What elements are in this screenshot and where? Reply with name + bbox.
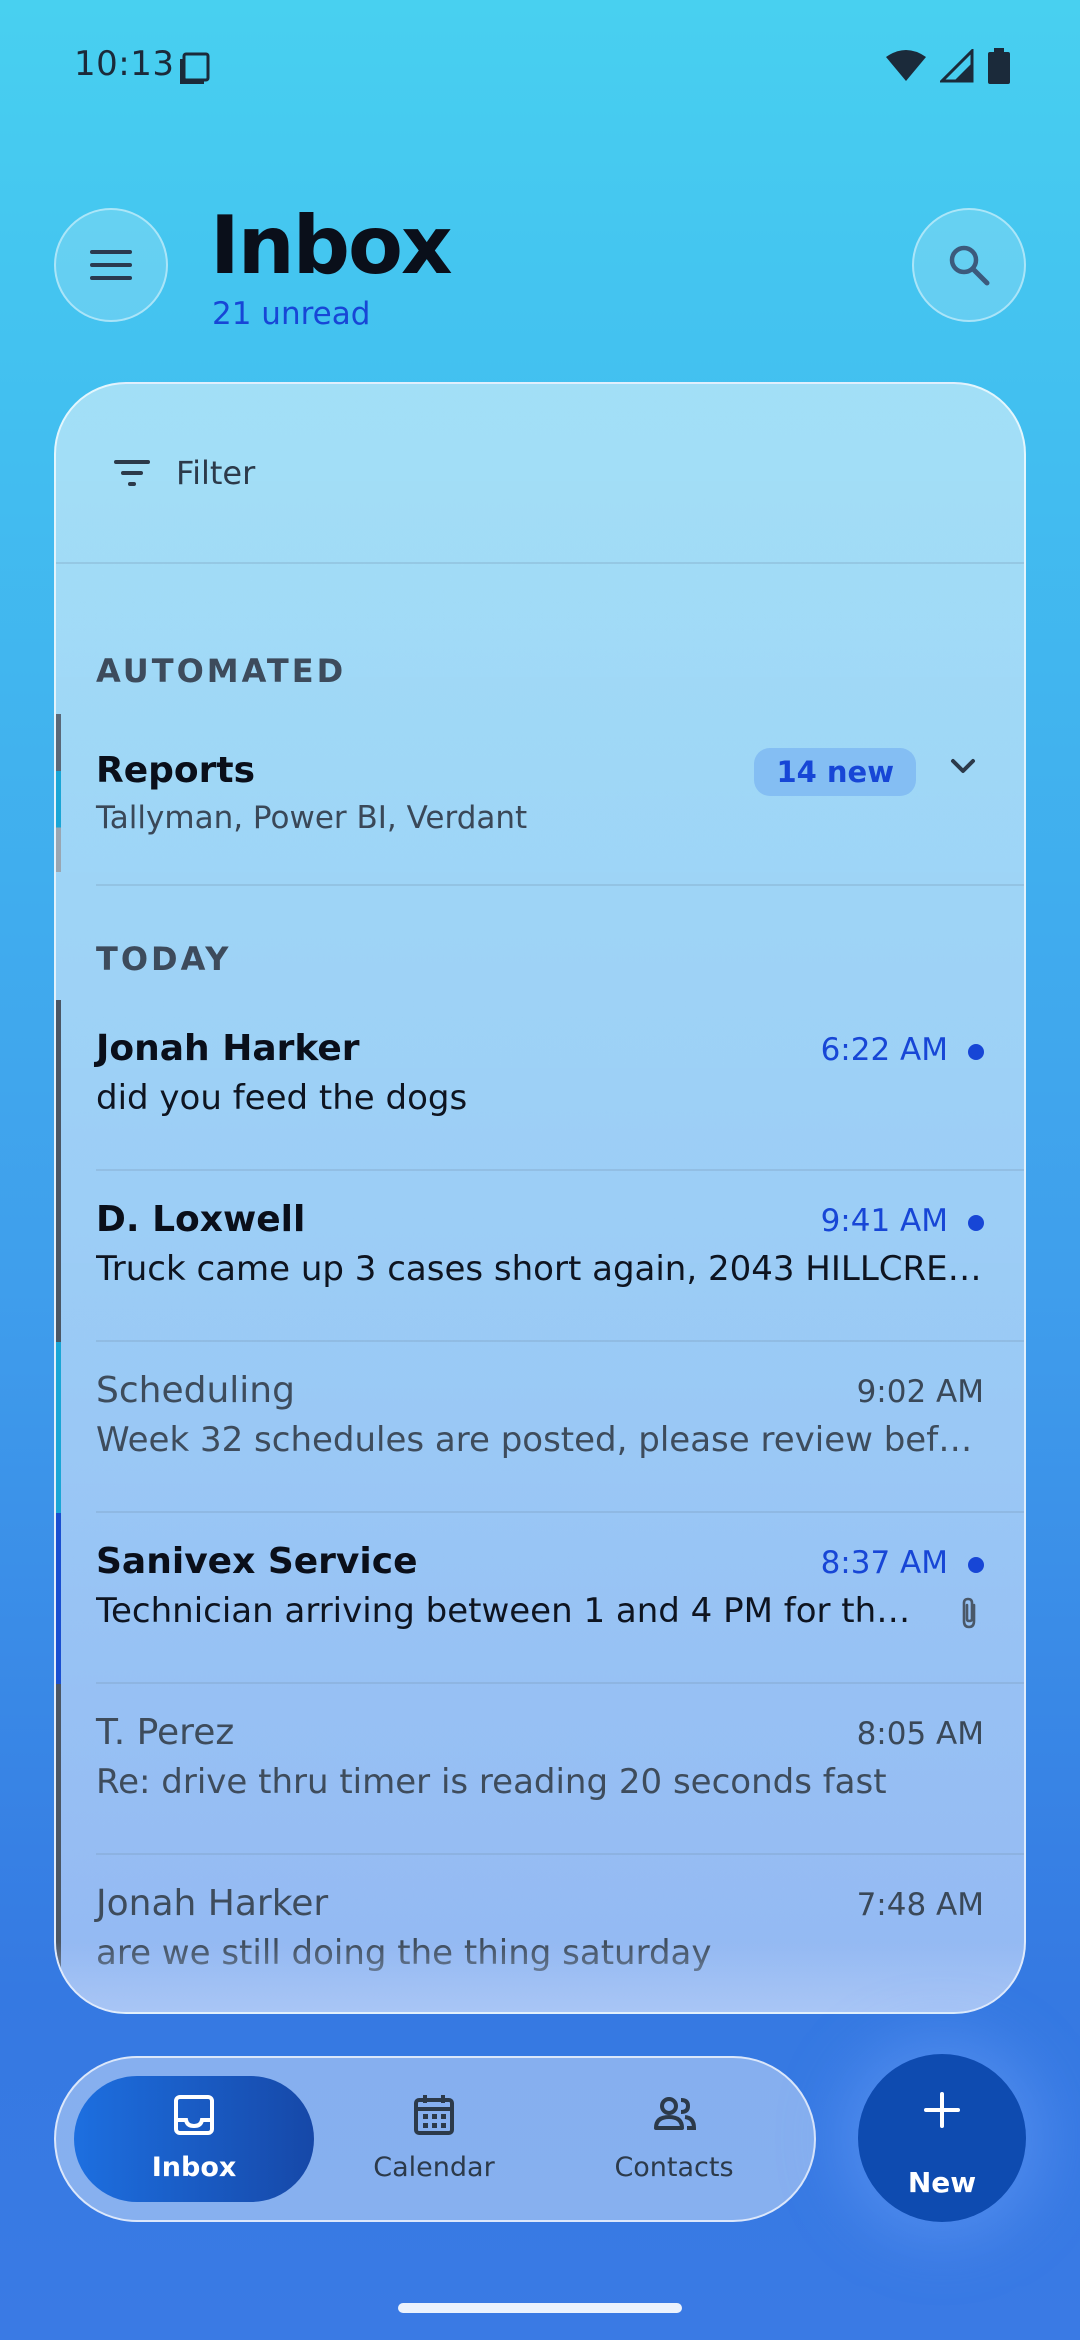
- unread-dot: [968, 1044, 984, 1060]
- nav-item-inbox[interactable]: Inbox: [74, 2076, 314, 2202]
- nav-item-calendar[interactable]: Calendar: [314, 2076, 554, 2202]
- nav-label-inbox: Inbox: [151, 2152, 237, 2183]
- message-row[interactable]: Sanivex Service 8:37 AM Technician arriv…: [56, 1513, 1024, 1684]
- menu-button[interactable]: [54, 208, 168, 322]
- unread-dot: [968, 1215, 984, 1231]
- nav-item-contacts[interactable]: Contacts: [554, 2076, 794, 2202]
- accent-stripe: [56, 1513, 61, 1684]
- search-button[interactable]: [912, 208, 1026, 322]
- nav-label-calendar: Calendar: [373, 2152, 495, 2183]
- cell-signal-icon: [940, 49, 974, 83]
- message-snippet: Re: drive thru timer is reading 20 secon…: [96, 1762, 887, 1802]
- message-row[interactable]: Scheduling 9:02 AM Week 32 schedules are…: [56, 1342, 1024, 1513]
- group-row-reports[interactable]: Reports Tallyman, Power BI, Verdant 14 n…: [56, 714, 1024, 886]
- row-divider: [96, 884, 1024, 886]
- accent-stripe: [56, 1342, 61, 1513]
- message-sender: Jonah Harker: [96, 1883, 329, 1924]
- message-time: 8:05 AM: [856, 1716, 984, 1752]
- chevron-down-icon[interactable]: [950, 758, 976, 776]
- attachment-icon: [962, 1597, 976, 1629]
- nav-label-contacts: Contacts: [614, 2152, 734, 2183]
- message-sender: D. Loxwell: [96, 1199, 306, 1240]
- new-count-badge: 14 new: [754, 748, 916, 796]
- group-title: Reports: [96, 750, 256, 791]
- status-icons: [886, 48, 1010, 84]
- page-title: Inbox: [210, 199, 453, 292]
- message-snippet: Technician arriving between 1 and 4 PM f…: [96, 1591, 914, 1631]
- section-label-automated: AUTOMATED: [96, 652, 347, 690]
- accent-stripe: [56, 1000, 61, 1171]
- message-snippet: did you feed the dogs: [96, 1078, 468, 1118]
- message-time: 7:48 AM: [856, 1887, 984, 1923]
- new-button-label: New: [907, 2166, 977, 2199]
- contacts-icon: [654, 2097, 697, 2130]
- section-label-today: TODAY: [96, 940, 232, 978]
- bottom-nav: Inbox Calendar Contacts: [54, 2056, 816, 2222]
- message-sender: T. Perez: [96, 1712, 235, 1753]
- message-time: 8:37 AM: [820, 1545, 948, 1581]
- hamburger-icon: [90, 250, 132, 280]
- message-list-card: Filter AUTOMATED Reports Tallyman, Power…: [54, 382, 1026, 2014]
- status-time: 10:13: [74, 44, 175, 84]
- message-row[interactable]: T. Perez 8:05 AM Re: drive thru timer is…: [56, 1684, 1024, 1855]
- message-sender: Scheduling: [96, 1370, 295, 1411]
- message-time: 6:22 AM: [820, 1032, 948, 1068]
- message-time: 9:02 AM: [856, 1374, 984, 1410]
- accent-stripe: [56, 1684, 61, 1855]
- accent-stripe: [56, 714, 61, 886]
- home-indicator[interactable]: [398, 2303, 682, 2313]
- inbox-icon: [174, 2095, 214, 2135]
- message-snippet: Week 32 schedules are posted, please rev…: [96, 1420, 984, 1460]
- wifi-icon: [886, 50, 926, 81]
- search-icon: [949, 245, 990, 286]
- message-time: 9:41 AM: [820, 1203, 948, 1239]
- battery-icon: [988, 48, 1010, 84]
- message-sender: Sanivex Service: [96, 1541, 418, 1582]
- message-sender: Jonah Harker: [96, 1028, 360, 1069]
- unread-count: 21 unread: [212, 296, 371, 332]
- new-message-button[interactable]: New: [858, 2054, 1026, 2222]
- filter-icon: [114, 460, 150, 486]
- unread-dot: [968, 1557, 984, 1573]
- accent-stripe: [56, 1171, 61, 1342]
- message-row[interactable]: D. Loxwell 9:41 AM Truck came up 3 cases…: [56, 1171, 1024, 1342]
- plus-icon: [924, 2092, 960, 2128]
- filter-label: Filter: [176, 454, 256, 492]
- message-row[interactable]: Jonah Harker 6:22 AM did you feed the do…: [56, 1000, 1024, 1171]
- list-fade: [56, 1942, 1024, 2012]
- message-snippet: Truck came up 3 cases short again, 2043 …: [96, 1249, 984, 1289]
- calendar-icon: [414, 2095, 454, 2135]
- group-senders: Tallyman, Power BI, Verdant: [96, 800, 528, 836]
- status-bar: 10:13: [0, 0, 1080, 136]
- notification-icon: [180, 52, 210, 84]
- filter-button[interactable]: Filter: [56, 384, 1024, 564]
